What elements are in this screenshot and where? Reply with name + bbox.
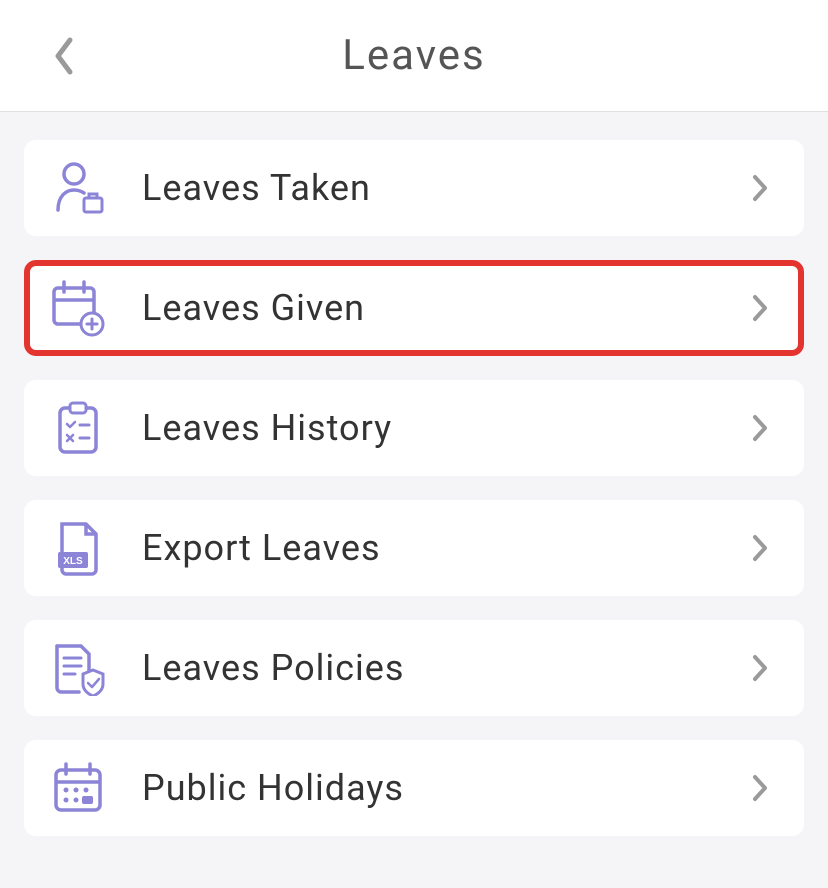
page-title: Leaves: [40, 31, 788, 80]
menu-item-public-holidays[interactable]: Public Holidays: [24, 740, 804, 836]
menu-label: Export Leaves: [142, 527, 746, 569]
menu-item-leaves-taken[interactable]: Leaves Taken: [24, 140, 804, 236]
person-bag-icon: [48, 158, 108, 218]
menu-item-leaves-given[interactable]: Leaves Given: [24, 260, 804, 356]
chevron-right-icon: [746, 294, 774, 322]
chevron-left-icon: [52, 36, 76, 76]
calendar-plus-icon: [48, 278, 108, 338]
chevron-right-icon: [746, 534, 774, 562]
clipboard-check-icon: [48, 398, 108, 458]
chevron-right-icon: [746, 654, 774, 682]
file-xls-icon: XLS: [48, 518, 108, 578]
menu-item-leaves-policies[interactable]: Leaves Policies: [24, 620, 804, 716]
menu-label: Leaves Given: [142, 287, 746, 329]
svg-text:XLS: XLS: [63, 556, 83, 567]
menu-item-leaves-history[interactable]: Leaves History: [24, 380, 804, 476]
chevron-right-icon: [746, 774, 774, 802]
calendar-dots-icon: [48, 758, 108, 818]
chevron-right-icon: [746, 174, 774, 202]
menu-list: Leaves Taken Leaves Given: [0, 112, 828, 888]
menu-label: Public Holidays: [142, 767, 746, 809]
chevron-right-icon: [746, 414, 774, 442]
menu-item-export-leaves[interactable]: XLS Export Leaves: [24, 500, 804, 596]
menu-label: Leaves Taken: [142, 167, 746, 209]
menu-label: Leaves History: [142, 407, 746, 449]
back-button[interactable]: [40, 32, 88, 80]
header: Leaves: [0, 0, 828, 112]
menu-label: Leaves Policies: [142, 647, 746, 689]
document-shield-icon: [48, 638, 108, 698]
